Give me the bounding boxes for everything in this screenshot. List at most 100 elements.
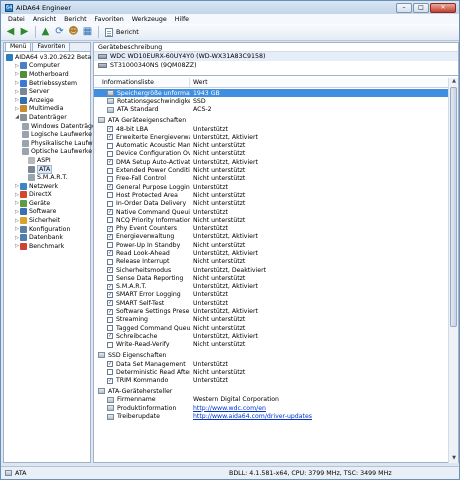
field-link[interactable]: http://www.aida64.com/driver-updates: [190, 413, 312, 420]
info-row[interactable]: Deterministic Read After TRIMNicht unter…: [94, 368, 449, 376]
info-row[interactable]: In-Order Data Delivery Nicht unterstützt: [94, 200, 449, 208]
field-value: Unterstützt: [193, 360, 228, 368]
tree-item[interactable]: Physikalische Laufwerke: [4, 139, 106, 148]
tree-item[interactable]: Logische Laufwerke: [4, 130, 92, 139]
tree-item[interactable]: ▷ Computer: [4, 62, 90, 71]
menu-werkzeuge[interactable]: Werkzeuge: [128, 16, 171, 23]
tree-item[interactable]: ASPI: [4, 156, 90, 165]
tree-node-icon: [6, 53, 13, 61]
info-row[interactable]: Automatic Acoustic Manage...Nicht unters…: [94, 141, 449, 149]
field-value: Nicht unterstützt: [193, 167, 246, 175]
info-row[interactable]: ✓Erweiterte Energieverwaltu...Unterstütz…: [94, 133, 449, 141]
scroll-thumb[interactable]: [450, 87, 457, 327]
info-row[interactable]: ✓ Read Look-Ahead Unterstützt, Aktiviert: [94, 249, 449, 257]
info-field: Rotationsgeschwindigkeit: [94, 98, 190, 105]
up-arrow-button[interactable]: ▲: [39, 26, 52, 39]
menu-ansicht[interactable]: Ansicht: [29, 16, 60, 23]
tree-item[interactable]: ▷ Betriebssystem: [4, 79, 90, 88]
device-list: WDC WD10EURX-60UY4Y0 (WD-WX31A83C9158) ST…: [94, 52, 458, 76]
menu-datei[interactable]: Datei: [4, 16, 29, 23]
tree-item[interactable]: ▷ Motherboard: [4, 70, 90, 79]
tree-item[interactable]: ▷ Netzwerk: [4, 182, 90, 191]
info-row[interactable]: ✓ Native Command Queuing Unterstützt: [94, 208, 449, 216]
field-label: S.M.A.R.T.: [116, 283, 147, 291]
info-row[interactable]: ✓ TRIM Kommando Unterstützt: [94, 377, 449, 385]
info-row[interactable]: Rotationsgeschwindigkeit SSD: [94, 97, 449, 105]
tree-item[interactable]: ▷ Datenbank: [4, 233, 90, 242]
field-label: In-Order Data Delivery: [116, 200, 187, 208]
info-row[interactable]: ✓ S.M.A.R.T. Unterstützt, Aktiviert: [94, 283, 449, 291]
info-row[interactable]: Produktinformation http://www.wdc.com/en: [94, 404, 449, 412]
info-row[interactable]: ✓ SMART Self-Test Unterstützt: [94, 299, 449, 307]
column-value[interactable]: Wert: [190, 78, 208, 87]
tree-item[interactable]: ▷ Multimedia: [4, 105, 90, 114]
tree-item[interactable]: ◢ Datenträger: [4, 113, 90, 122]
tree-item[interactable]: ATA: [4, 164, 90, 174]
info-row[interactable]: ✓ Sicherheitsmodus Unterstützt, Deaktivier…: [94, 266, 449, 274]
back-button[interactable]: ◀: [4, 26, 17, 39]
tree-item[interactable]: AIDA64 v3.20.2622 Beta: [4, 53, 91, 62]
info-row[interactable]: Speichergröße unformatiert1943 GB: [94, 89, 449, 98]
vertical-scrollbar[interactable]: ▲ ▼: [448, 78, 458, 463]
info-row[interactable]: Free-Fall Control Nicht unterstützt: [94, 175, 449, 183]
info-row[interactable]: ATA Standard ACS-2: [94, 106, 449, 114]
info-row[interactable]: Release Interrupt Nicht unterstützt: [94, 258, 449, 266]
scroll-up-icon[interactable]: ▲: [449, 78, 459, 86]
info-row[interactable]: Host Protected Area Nicht unterstützt: [94, 191, 449, 199]
chart-icon[interactable]: ▦: [81, 26, 94, 39]
tree-item[interactable]: ▷ Anzeige: [4, 96, 90, 105]
checked-checkbox-icon: ✓: [107, 134, 113, 141]
report-icon: [105, 27, 113, 37]
info-row[interactable]: Tagged Command QueuingNicht unterstützt: [94, 324, 449, 332]
info-row[interactable]: ✓ 48-bit LBA Unterstützt: [94, 125, 449, 133]
info-row[interactable]: ✓ Data Set Management Unterstützt: [94, 360, 449, 368]
info-row[interactable]: ✓ General Purpose Logging Unterstützt: [94, 183, 449, 191]
tree-item[interactable]: ▷ Software: [4, 208, 90, 217]
info-field: ✓ General Purpose Logging: [94, 184, 190, 191]
info-row[interactable]: ✓ Schreibcache Unterstützt, Aktiviert: [94, 332, 449, 340]
tree-item[interactable]: ▷ Server: [4, 87, 90, 96]
device-row[interactable]: WDC WD10EURX-60UY4Y0 (WD-WX31A83C9158): [94, 52, 458, 61]
tree-item[interactable]: ▷ Konfiguration: [4, 225, 90, 234]
column-field[interactable]: Informationsliste: [94, 78, 190, 87]
report-button[interactable]: Bericht: [102, 26, 142, 39]
field-link[interactable]: http://www.wdc.com/en: [190, 405, 266, 412]
tab-favoriten[interactable]: Favoriten: [32, 42, 71, 51]
menu-bericht[interactable]: Bericht: [60, 16, 90, 23]
info-row[interactable]: Write-Read-Verify Nicht unterstützt: [94, 341, 449, 349]
info-row[interactable]: Sense Data Reporting Nicht unterstützt: [94, 274, 449, 282]
scroll-down-icon[interactable]: ▼: [449, 455, 459, 463]
info-row[interactable]: NCQ Priority Information Nicht unterstütz…: [94, 216, 449, 224]
menu-favoriten[interactable]: Favoriten: [91, 16, 128, 23]
info-row[interactable]: Treiberupdate http://www.aida64.com/drive…: [94, 412, 449, 420]
info-row[interactable]: ✓ SMART Error Logging Unterstützt: [94, 291, 449, 299]
menu-hilfe[interactable]: Hilfe: [171, 16, 193, 23]
tree-item[interactable]: S.M.A.R.T.: [4, 173, 90, 182]
forward-button[interactable]: ▶: [18, 26, 31, 39]
tree-item[interactable]: ▷ Sicherheit: [4, 216, 90, 225]
tab-menu[interactable]: Menü: [5, 42, 32, 51]
refresh-button[interactable]: ⟳: [53, 26, 66, 39]
info-row[interactable]: ✓Software Settings PreservationUnterstüt…: [94, 307, 449, 315]
tree-item[interactable]: ▷ Geräte: [4, 199, 90, 208]
tree-item[interactable]: Optische Laufwerke: [4, 148, 92, 157]
info-row[interactable]: ✓ Phy Event Counters Unterstützt: [94, 224, 449, 232]
info-row[interactable]: Firmenname Western Digital Corporation: [94, 396, 449, 404]
field-value: Unterstützt, Aktiviert: [193, 158, 258, 166]
info-row[interactable]: Power-Up In Standby Nicht unterstützt: [94, 241, 449, 249]
info-row[interactable]: ✓ DMA Setup Auto-Activate Unterstützt, Akt…: [94, 158, 449, 166]
unchecked-checkbox-icon: [107, 192, 113, 199]
close-button[interactable]: ✕: [430, 2, 456, 13]
minimize-button[interactable]: –: [396, 2, 412, 13]
info-row[interactable]: ✓ Energieverwaltung Unterstützt, Aktiviert: [94, 233, 449, 241]
tree-item[interactable]: ▷ Benchmark: [4, 242, 90, 251]
info-row[interactable]: Extended Power ConditionsNicht unterstüt…: [94, 166, 449, 174]
info-row[interactable]: Device Configuration OverlayNicht unters…: [94, 150, 449, 158]
tree-item-label: Datenträger: [29, 113, 67, 121]
device-row[interactable]: ST31000340NS (9QM08ZZ): [94, 61, 458, 70]
maximize-button[interactable]: □: [413, 2, 429, 13]
tree-item[interactable]: Windows Datenträger: [4, 122, 98, 131]
tree-item[interactable]: ▷ DirectX: [4, 191, 90, 200]
info-row[interactable]: Streaming Nicht unterstützt: [94, 316, 449, 324]
user-icon[interactable]: ☻: [67, 26, 80, 39]
